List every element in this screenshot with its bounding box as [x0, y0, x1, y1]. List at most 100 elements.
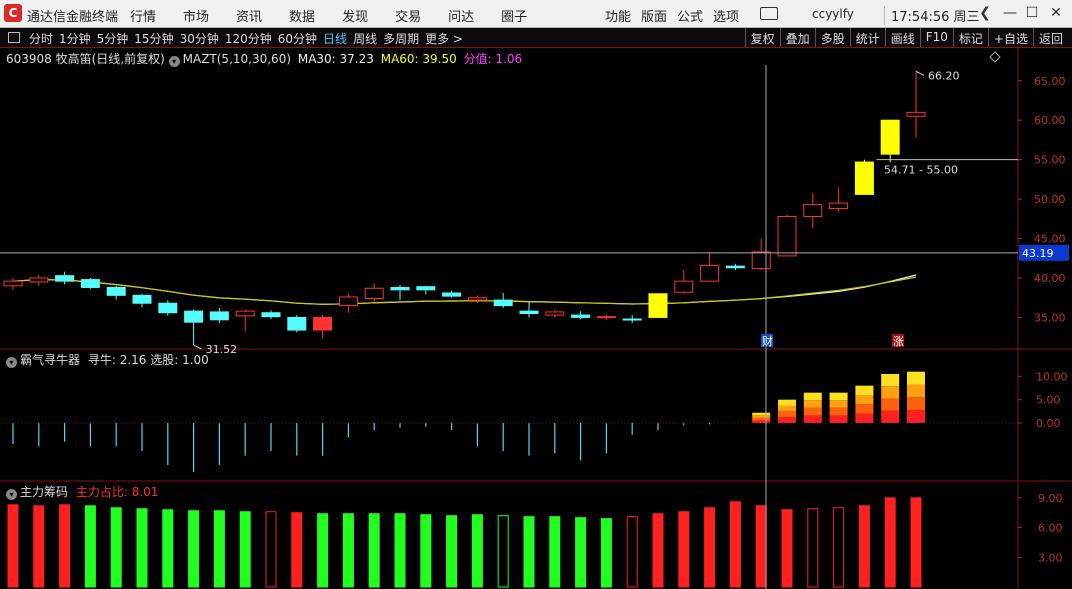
title-bar: C 通达信金融终端 行情 市场 资讯 数据 发现 交易 问达 圈子 功能 版面 公式 选项 ccyy… — [0, 0, 1072, 28]
high-label: 66.20 — [928, 69, 960, 82]
signal-bar — [907, 384, 925, 398]
chip-bar — [471, 514, 483, 588]
low-label: 31.52 — [206, 343, 238, 356]
menu-circle[interactable]: 圈子 — [501, 10, 527, 25]
panel-gear-icon[interactable]: ▾ — [6, 489, 17, 500]
y-tick-label: 6.00 — [1038, 522, 1063, 535]
maximize-icon[interactable]: ☐ — [1020, 4, 1044, 22]
tab-weekly[interactable]: 周线 — [353, 32, 377, 46]
candle-body — [132, 294, 152, 304]
return-button[interactable]: 返回 — [1032, 28, 1068, 47]
menu-function[interactable]: 功能 — [605, 10, 631, 25]
chip-bar — [394, 513, 406, 588]
tab-1min[interactable]: 1分钟 — [59, 32, 91, 46]
menu-discover[interactable]: 发现 — [342, 10, 368, 25]
bottom-panel-label: ▾ 主力筹码 主力占比: 8.01 — [6, 483, 158, 500]
chart-annotations: 43.19 66.20 31.52 54.71 - 55.00 财 涨 — [0, 51, 1069, 589]
overlay-button[interactable]: 叠加 — [779, 28, 815, 47]
indicator-name[interactable]: MAZT(5,10,30,60) — [183, 52, 291, 66]
candle-body — [235, 310, 255, 317]
menu-market-quotes[interactable]: 行情 — [130, 10, 156, 25]
ma30-value: MA30: 37.23 — [297, 52, 374, 66]
tab-timeshare[interactable]: 分时 — [29, 32, 53, 46]
candle-body — [364, 287, 384, 300]
chip-bar — [833, 507, 845, 588]
tab-more[interactable]: 更多 > — [425, 32, 463, 46]
candle-body — [261, 312, 281, 318]
candle-body — [209, 311, 229, 321]
menu-options[interactable]: 选项 — [713, 10, 739, 25]
tab-5min[interactable]: 5分钟 — [97, 32, 129, 46]
tab-120min[interactable]: 120分钟 — [225, 32, 272, 46]
f10-button[interactable]: F10 — [919, 28, 953, 47]
multi-stock-button[interactable]: 多股 — [814, 28, 850, 47]
chip-bar — [910, 497, 922, 588]
tab-multi-period[interactable]: 多周期 — [383, 32, 419, 46]
signal-bar — [829, 415, 848, 423]
signal-bar — [803, 407, 822, 416]
cai-marker: 财 — [762, 334, 773, 348]
menu-trade[interactable]: 交易 — [395, 10, 421, 25]
candlestick-series — [3, 71, 926, 346]
chip-bar — [497, 515, 509, 588]
candle-body — [906, 111, 926, 117]
mail-icon[interactable] — [760, 7, 778, 20]
tab-daily[interactable]: 日线 — [323, 32, 347, 46]
signal-bar-series — [12, 371, 925, 472]
y-tick-label: 45.00 — [1034, 233, 1066, 246]
candle-body — [519, 310, 539, 314]
statistics-button[interactable]: 统计 — [849, 28, 885, 47]
candle-body — [313, 316, 333, 331]
y-tick-label: 5.00 — [1036, 394, 1061, 407]
signal-bar — [881, 374, 900, 387]
signal-bar — [881, 398, 900, 411]
signal-bar — [752, 412, 771, 416]
menu-data[interactable]: 数据 — [289, 10, 315, 25]
y-tick-label: 60.00 — [1034, 114, 1066, 127]
back-arrow-icon[interactable]: ❮ — [973, 4, 997, 22]
candle-body — [29, 277, 49, 283]
username[interactable]: ccyylfy — [812, 7, 854, 21]
restore-rights-button[interactable]: 复权 — [744, 28, 780, 47]
chip-bar — [884, 497, 896, 588]
candle-body — [158, 302, 178, 314]
panel-gear-icon[interactable]: ▾ — [6, 357, 17, 368]
signal-bar — [907, 397, 925, 411]
ma60-value: MA60: 39.50 — [380, 52, 457, 66]
panel-toggle-icon[interactable] — [8, 32, 20, 43]
chart-area[interactable]: 65.00 60.00 55.00 50.00 45.00 40.00 35.00 10.00… — [0, 47, 1072, 589]
stock-info-bar: 603908 牧高笛(日线,前复权) ▾ MAZT(5,10,30,60) MA3… — [6, 50, 522, 67]
chip-bar — [781, 509, 793, 588]
chip-bar — [420, 514, 432, 588]
candle-body — [751, 251, 771, 270]
menu-formula[interactable]: 公式 — [677, 10, 703, 25]
chip-bar — [807, 508, 819, 588]
menu-layout[interactable]: 版面 — [641, 10, 667, 25]
signal-bar — [778, 399, 796, 406]
tab-60min[interactable]: 60分钟 — [278, 32, 317, 46]
candle-body — [803, 204, 823, 217]
candle-body — [467, 297, 487, 301]
bottom-indicator-name[interactable]: 主力筹码 — [20, 485, 68, 499]
signal-bar — [803, 415, 822, 423]
tab-30min[interactable]: 30分钟 — [180, 32, 219, 46]
mark-button[interactable]: 标记 — [952, 28, 988, 47]
candle-body — [338, 296, 358, 307]
y-tick-label: 35.00 — [1034, 311, 1066, 324]
menu-ask[interactable]: 问达 — [448, 10, 474, 25]
add-watchlist-button[interactable]: +自选 — [987, 28, 1033, 47]
close-icon[interactable]: ✕ — [1044, 4, 1068, 22]
mid-indicator-name[interactable]: 霸气寻牛器 — [20, 353, 80, 367]
low-pointer — [193, 344, 202, 350]
draw-line-button[interactable]: 画线 — [884, 28, 920, 47]
signal-bar — [881, 410, 900, 423]
tab-15min[interactable]: 15分钟 — [134, 32, 173, 46]
settings-gear-icon[interactable]: ▾ — [168, 56, 180, 67]
menu-news[interactable]: 资讯 — [236, 10, 262, 25]
y-tick-label: 40.00 — [1034, 272, 1066, 285]
signal-bar — [907, 410, 925, 423]
minimize-icon[interactable]: — — [998, 4, 1022, 22]
chip-bar — [729, 501, 741, 588]
menu-market[interactable]: 市场 — [183, 10, 209, 25]
signal-bar — [778, 411, 796, 418]
